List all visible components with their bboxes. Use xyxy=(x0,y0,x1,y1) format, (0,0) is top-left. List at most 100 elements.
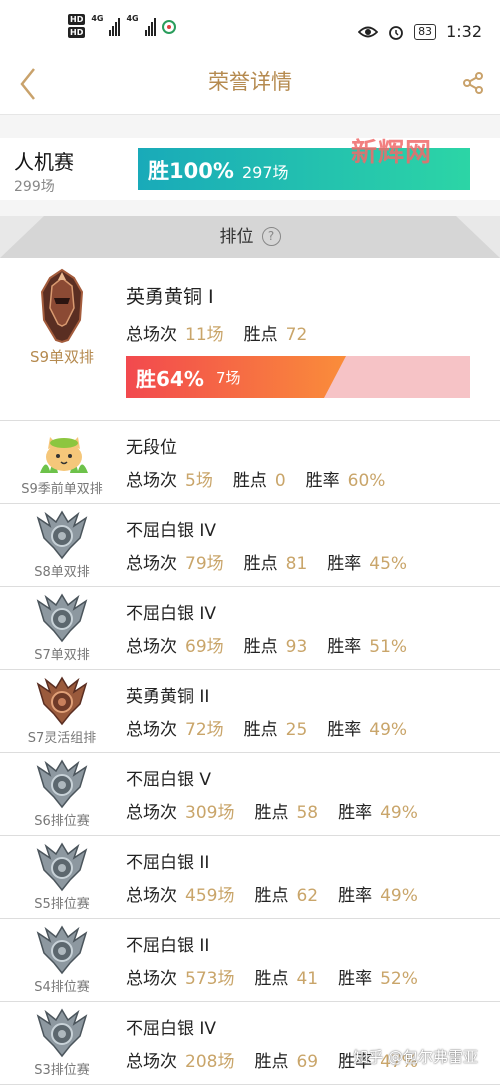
season-label: S8单双排 xyxy=(34,565,90,580)
eye-icon xyxy=(358,26,379,37)
battery-indicator: 83 xyxy=(414,23,437,40)
season-label: S4排位赛 xyxy=(34,980,90,995)
win-rate-value: 51% xyxy=(369,637,408,657)
signal-bars-icon xyxy=(144,14,156,36)
total-games-value: 79场 xyxy=(185,554,224,574)
total-games-label: 总场次 xyxy=(126,886,177,906)
win-rate-label: 胜率 xyxy=(327,554,362,574)
total-games-label: 总场次 xyxy=(126,1052,177,1072)
rank-title: 无段位 xyxy=(126,438,177,458)
season-stats: 总场次 309场 胜点 58 胜率 49% xyxy=(126,798,438,823)
total-games-value: 11场 xyxy=(185,325,224,345)
season-label: S9单双排 xyxy=(29,348,95,366)
corner-watermark: 知乎 @包尔弗雷亚 xyxy=(353,1048,478,1066)
rank-title: 不屈白银 V xyxy=(126,770,212,790)
win-rate-value: 45% xyxy=(369,554,408,574)
ranked-section-header: 排位? xyxy=(0,216,500,258)
cat-rank-emblem-icon xyxy=(36,427,92,481)
points-value: 25 xyxy=(285,720,308,740)
win-rate-pct: 胜64% xyxy=(136,367,204,391)
total-games-value: 5场 xyxy=(185,471,213,491)
win-rate-value: 60% xyxy=(347,471,386,491)
win-rate-label: 胜率 xyxy=(338,886,373,906)
app-notification-icon xyxy=(161,20,176,34)
points-label: 胜点 xyxy=(254,969,289,989)
season-stats: 总场次 72场 胜点 25 胜率 49% xyxy=(126,715,427,740)
win-rate-value: 49% xyxy=(380,886,418,906)
points-value: 69 xyxy=(296,1052,319,1072)
win-rate-label: 胜率 xyxy=(305,471,340,491)
points-value: 93 xyxy=(285,637,308,657)
season-label: S6排位赛 xyxy=(34,814,90,829)
season-stats: 总场次 5场 胜点 0 胜率 60% xyxy=(126,466,405,491)
points-label: 胜点 xyxy=(254,1052,289,1072)
rank-title: 不屈白银 IV xyxy=(126,1019,217,1039)
points-value: 0 xyxy=(274,471,286,491)
season-row[interactable]: S6排位赛 不屈白银 V 总场次 309场 胜点 58 胜率 49% xyxy=(0,753,500,836)
points-value: 62 xyxy=(296,886,319,906)
alarm-icon xyxy=(389,25,403,40)
signal-indicators: HD HD 4G 4G xyxy=(68,14,176,38)
signal-bars-icon xyxy=(109,14,121,36)
points-label: 胜点 xyxy=(243,637,278,657)
signal-label-b: 4G xyxy=(126,14,139,23)
season-stats: 总场次 69场 胜点 93 胜率 51% xyxy=(126,632,427,657)
points-label: 胜点 xyxy=(254,803,289,823)
points-label: 胜点 xyxy=(243,554,278,574)
silver-rank-emblem-icon xyxy=(36,510,88,564)
win-rate-bar: 胜64% 7场 xyxy=(126,356,470,398)
status-bar: HD HD 4G 4G 83 1:32 xyxy=(0,0,500,60)
total-games-label: 总场次 xyxy=(126,325,177,345)
ranked-label: 排位 xyxy=(219,227,254,247)
season-stats: 总场次 11场 胜点 72 xyxy=(126,320,327,345)
season-row[interactable]: S8单双排 不屈白银 IV 总场次 79场 胜点 81 胜率 45% xyxy=(0,504,500,587)
season-label: S9季前单双排 xyxy=(21,482,103,497)
season-stats: 总场次 79场 胜点 81 胜率 45% xyxy=(126,549,427,574)
season-row[interactable]: S3排位赛 不屈白银 IV 总场次 208场 胜点 69 胜率 47% xyxy=(0,1002,500,1085)
silver-rank-emblem-icon xyxy=(36,925,88,979)
total-games-value: 208场 xyxy=(185,1052,235,1072)
season-label: S5排位赛 xyxy=(34,897,90,912)
share-icon xyxy=(463,72,483,94)
silver-rank-emblem-icon xyxy=(36,759,88,813)
season-row[interactable]: S5排位赛 不屈白银 II 总场次 459场 胜点 62 胜率 49% xyxy=(0,836,500,919)
signal-label-a: 4G xyxy=(91,14,104,23)
ai-match-title: 人机赛 xyxy=(14,150,74,174)
win-rate-value: 49% xyxy=(380,803,418,823)
points-label: 胜点 xyxy=(254,886,289,906)
points-value: 58 xyxy=(296,803,319,823)
season-row[interactable]: S7灵活组排 英勇黄铜 II 总场次 72场 胜点 25 胜率 49% xyxy=(0,670,500,753)
win-rate-label: 胜率 xyxy=(338,803,373,823)
points-label: 胜点 xyxy=(232,471,267,491)
bronze-rank-emblem-icon xyxy=(36,676,88,730)
win-count: 7场 xyxy=(216,369,241,387)
points-value: 41 xyxy=(296,969,319,989)
season-row[interactable]: S4排位赛 不屈白银 II 总场次 573场 胜点 41 胜率 52% xyxy=(0,919,500,1002)
total-games-value: 309场 xyxy=(185,803,235,823)
rank-title: 不屈白银 II xyxy=(126,853,210,873)
page-title: 荣誉详情 xyxy=(208,70,292,94)
total-games-value: 69场 xyxy=(185,637,224,657)
share-button[interactable] xyxy=(462,72,484,98)
total-games-label: 总场次 xyxy=(126,803,177,823)
total-games-label: 总场次 xyxy=(126,471,177,491)
season-label: S7灵活组排 xyxy=(27,731,97,746)
season-row[interactable]: S9季前单双排 无段位总场次 5场 胜点 0 胜率 60% xyxy=(0,421,500,504)
total-games-value: 459场 xyxy=(185,886,235,906)
clock: 1:32 xyxy=(446,22,482,41)
points-value: 81 xyxy=(285,554,308,574)
rank-title: 英勇黄铜 I xyxy=(126,286,214,308)
win-rate-value: 49% xyxy=(369,720,408,740)
season-label: S3排位赛 xyxy=(34,1063,90,1078)
season-stats: 总场次 573场 胜点 41 胜率 52% xyxy=(126,964,438,989)
total-games-value: 72场 xyxy=(185,720,224,740)
rank-title: 不屈白银 IV xyxy=(126,521,217,541)
season-row[interactable]: S7单双排 不屈白银 IV 总场次 69场 胜点 93 胜率 51% xyxy=(0,587,500,670)
win-rate-label: 胜率 xyxy=(327,637,362,657)
silver-rank-emblem-icon xyxy=(36,593,88,647)
points-label: 胜点 xyxy=(243,720,278,740)
featured-season-card[interactable]: S9单双排 英勇黄铜 I 总场次 11场 胜点 72 胜64% 7场 xyxy=(0,258,500,421)
hd-icon: HD HD xyxy=(68,14,86,38)
rank-title: 不屈白银 II xyxy=(126,936,210,956)
help-icon[interactable]: ? xyxy=(261,227,281,246)
